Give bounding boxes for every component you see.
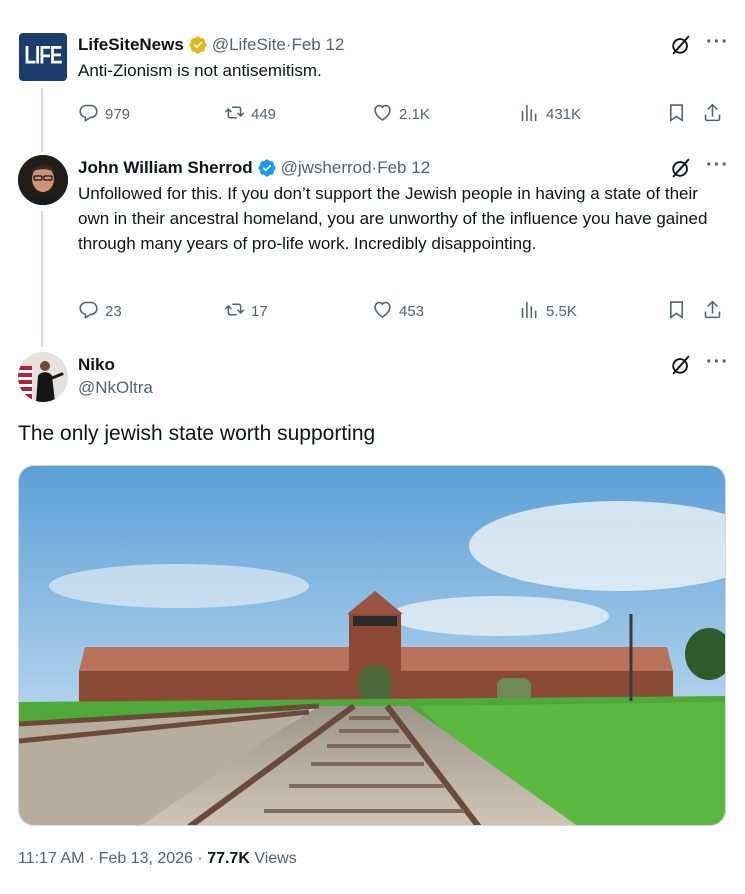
- share-button[interactable]: [702, 102, 723, 126]
- author-handle[interactable]: @jwsherrod: [281, 158, 372, 178]
- more-icon[interactable]: ···: [706, 352, 729, 373]
- tweet-text: Anti-Zionism is not antisemitism.: [78, 61, 322, 80]
- more-icon[interactable]: ···: [706, 155, 729, 176]
- reply-count: 23: [105, 302, 122, 320]
- tweet-top-icons: ···: [670, 32, 729, 57]
- tweet-photo[interactable]: [18, 465, 726, 826]
- repost-count: 17: [251, 302, 268, 320]
- verified-icon: [257, 158, 277, 178]
- repost-icon: [224, 299, 245, 324]
- avatar[interactable]: LIFE: [19, 33, 67, 81]
- avatar-logo-text: LIFE: [24, 42, 62, 70]
- tweet-header: John William Sherrod @jwsherrod · Feb 12: [78, 156, 729, 180]
- photo-railway-gate: [19, 466, 725, 825]
- like-count: 453: [399, 302, 425, 320]
- views-icon: [519, 102, 540, 127]
- reply-button[interactable]: 23: [78, 299, 122, 323]
- reply-icon: [78, 299, 99, 324]
- repost-count: 449: [251, 105, 277, 123]
- views-count: 431K: [546, 105, 582, 123]
- tweet-top-icons: ···: [670, 155, 729, 180]
- avatar-photo: [18, 155, 68, 205]
- like-icon: [372, 299, 393, 324]
- verified-icon: [188, 35, 208, 55]
- author-name[interactable]: LifeSiteNews: [78, 35, 184, 55]
- tweet-date[interactable]: Feb 12: [377, 158, 430, 178]
- tweet-header: LifeSiteNews @LifeSite · Feb 12: [78, 33, 729, 57]
- author-handle[interactable]: @NkOltra: [78, 378, 729, 398]
- grok-icon[interactable]: [670, 34, 692, 56]
- bookmark-icon: [666, 299, 687, 324]
- views-total: 77.7K: [207, 850, 250, 867]
- tweet-text: Unfollowed for this. If you don’t suppor…: [78, 184, 708, 253]
- views-count: 5.5K: [546, 302, 577, 320]
- repost-button[interactable]: 17: [224, 299, 268, 323]
- separator: ·: [197, 850, 203, 867]
- grok-icon[interactable]: [670, 157, 692, 179]
- views-label: Views: [254, 850, 297, 867]
- more-icon[interactable]: ···: [706, 32, 729, 53]
- repost-button[interactable]: 449: [224, 102, 276, 126]
- tweet-full-date[interactable]: Feb 13, 2026: [99, 850, 193, 867]
- grok-icon[interactable]: [670, 354, 692, 376]
- reply-count: 979: [105, 105, 131, 123]
- avatar[interactable]: [18, 352, 68, 402]
- like-icon: [372, 102, 393, 127]
- like-button[interactable]: 453: [372, 299, 424, 323]
- views-icon: [519, 299, 540, 324]
- bookmark-button[interactable]: [666, 102, 687, 126]
- views-button[interactable]: 5.5K: [519, 299, 577, 323]
- tweet-top-icons: ···: [670, 352, 729, 377]
- author-handle[interactable]: @LifeSite: [212, 35, 286, 55]
- tweet-actions: 979 449 2.1K 431K: [78, 102, 729, 126]
- views-button[interactable]: 431K: [519, 102, 581, 126]
- share-icon: [702, 102, 723, 127]
- like-button[interactable]: 2.1K: [372, 102, 430, 126]
- reply-button[interactable]: 979: [78, 102, 130, 126]
- main-tweet-header[interactable]: Niko @NkOltra ···: [78, 352, 729, 398]
- tweet-date[interactable]: Feb 12: [291, 35, 344, 55]
- avatar[interactable]: [18, 155, 68, 205]
- tweet-actions: 23 17 453 5.5K: [78, 299, 729, 323]
- avatar-photo: [18, 352, 68, 402]
- tweet-lifesitenews[interactable]: LifeSiteNews @LifeSite · Feb 12 ··· Anti…: [78, 32, 729, 83]
- thread-line-1: [41, 88, 43, 152]
- author-name[interactable]: John William Sherrod: [78, 158, 253, 178]
- tweet-time[interactable]: 11:17 AM: [18, 850, 84, 867]
- main-tweet-text: The only jewish state worth supporting: [18, 422, 376, 445]
- tweet-footer: 11:17 AM · Feb 13, 2026 · 77.7K Views: [18, 850, 297, 868]
- author-name[interactable]: Niko: [78, 355, 115, 375]
- bookmark-button[interactable]: [666, 299, 687, 323]
- author-block: Niko: [78, 353, 729, 377]
- share-icon: [702, 299, 723, 324]
- tweet-jwsherrod[interactable]: John William Sherrod @jwsherrod · Feb 12…: [78, 155, 729, 256]
- like-count: 2.1K: [399, 105, 430, 123]
- reply-icon: [78, 102, 99, 127]
- thread-line-2: [41, 211, 43, 347]
- separator: ·: [88, 850, 95, 867]
- bookmark-icon: [666, 102, 687, 127]
- share-button[interactable]: [702, 299, 723, 323]
- repost-icon: [224, 102, 245, 127]
